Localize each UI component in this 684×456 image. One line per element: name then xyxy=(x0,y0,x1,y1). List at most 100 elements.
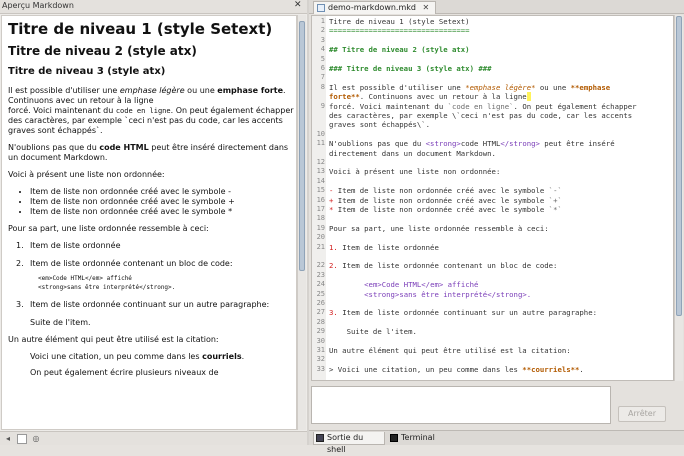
preview-paragraph-ordered-intro: Pour sa part, une liste ordonnée ressemb… xyxy=(8,224,209,233)
line-number: 33 xyxy=(316,364,325,373)
line-text: forte**. Continuons avec un retour à la … xyxy=(329,92,532,102)
preview-scrollbar[interactable] xyxy=(297,15,306,430)
editor-line[interactable]: 19 Pour sa part, une liste ordonnée resse… xyxy=(312,223,673,233)
terminal-icon xyxy=(390,434,398,442)
list-item: 2. Item de liste ordonnée contenant un bl… xyxy=(16,259,233,268)
preview-panel-header: Aperçu Markdown ✕ xyxy=(0,0,307,14)
shell-output-area: Arrêter xyxy=(311,384,682,428)
text-cursor xyxy=(526,92,532,102)
line-number: 25 xyxy=(316,289,325,298)
editor-line[interactable]: des caractères, par exemple \`ceci n'est… xyxy=(312,111,673,120)
line-number: 19 xyxy=(316,223,325,232)
line-text: graves sont échappés\`. xyxy=(329,120,431,130)
editor-line[interactable]: 18 xyxy=(312,214,673,223)
preview-ordered-list: 1. Item de liste ordonnée 2. Item de liste… xyxy=(8,241,294,328)
line-number: 30 xyxy=(316,336,325,345)
preview-blockquote: Voici une citation, un peu comme dans le… xyxy=(30,352,245,377)
editor-line[interactable]: 27 3. Item de liste ordonnée continuant s… xyxy=(312,308,673,317)
stop-button[interactable]: Arrêter xyxy=(618,406,666,422)
list-item: Item de liste non ordonnée créé avec le … xyxy=(30,187,294,197)
line-number: 22 xyxy=(316,261,325,270)
close-tab-icon[interactable]: ✕ xyxy=(423,3,430,12)
line-text: Il est possible d'utiliser une *emphase … xyxy=(329,82,611,92)
editor-line[interactable]: directement dans un document Markdown. xyxy=(312,149,673,158)
editor-line[interactable]: 28 xyxy=(312,318,673,327)
line-text: Suite de l'item. xyxy=(329,327,417,337)
preview-document[interactable]: Titre de niveau 1 (style Setext) Titre d… xyxy=(1,15,297,430)
editor-line[interactable]: 33 > Voici une citation, un peu comme dan… xyxy=(312,364,673,374)
preview-paragraph-quote-intro: Un autre élément qui peut être utilisé e… xyxy=(8,335,219,344)
editor-line[interactable]: 30 xyxy=(312,336,673,346)
editor-line[interactable]: 4 ## Titre de niveau 2 (style atx) xyxy=(312,45,673,54)
back-icon[interactable]: ◂ xyxy=(3,434,13,444)
editor-line[interactable]: 5 xyxy=(312,55,673,64)
editor-line[interactable]: 9 forcé. Voici maintenant du `code en lig… xyxy=(312,101,673,111)
editor-line[interactable]: 16 + Item de liste non ordonnée créé avec… xyxy=(312,195,673,205)
line-text: ================================ xyxy=(329,26,470,36)
preview-panel-title: Aperçu Markdown xyxy=(2,1,74,10)
editor-line[interactable]: 15 - Item de liste non ordonnée créé avec… xyxy=(312,186,673,196)
line-text: 1. Item de liste ordonnée xyxy=(329,242,439,252)
editor-line[interactable]: 31 Un autre élément qui peut être utilisé… xyxy=(312,346,673,355)
editor-panel: demo-markdown.mkd ✕ 1 Titre de niveau 1 (… xyxy=(309,0,684,454)
preview-scrollbar-thumb[interactable] xyxy=(299,21,305,271)
editor-line[interactable]: 7 xyxy=(312,73,673,82)
editor-line[interactable]: 29 Suite de l'item. xyxy=(312,327,673,337)
editor-line[interactable]: 12 xyxy=(312,158,673,167)
line-number: 18 xyxy=(316,214,325,223)
editor-line[interactable]: 23 xyxy=(312,270,673,280)
tab-shell-label: Sortie du shell xyxy=(327,433,364,454)
editor-line[interactable]: 1 Titre de niveau 1 (style Setext) xyxy=(312,17,673,26)
editor-line[interactable]: 13 Voici à présent une liste non ordonnée… xyxy=(312,167,673,176)
line-text: <em>Code HTML</em> affiché xyxy=(364,280,479,290)
tab-label: demo-markdown.mkd xyxy=(328,3,416,12)
tab-shell-output[interactable]: Sortie du shell xyxy=(313,432,385,454)
editor-line[interactable]: forte**. Continuons avec un retour à la … xyxy=(312,92,673,102)
line-number: 29 xyxy=(316,327,325,336)
editor-line[interactable]: 20 xyxy=(312,233,673,242)
editor-line[interactable]: 25 <strong>sans être interprété</strong>… xyxy=(312,289,673,299)
editor-scrollbar[interactable] xyxy=(674,15,683,381)
line-text: ### Titre de niveau 3 (style atx) ### xyxy=(329,64,492,73)
line-number: 23 xyxy=(316,270,325,279)
editor-line[interactable]: 21 1. Item de liste ordonnée xyxy=(312,242,673,252)
editor-line[interactable]: 14 xyxy=(312,176,673,186)
tab-demo-markdown[interactable]: demo-markdown.mkd ✕ xyxy=(313,1,437,14)
editor-line[interactable]: 22 2. Item de liste ordonnée contenant un… xyxy=(312,261,673,270)
line-number: 4 xyxy=(320,45,325,54)
editor-line[interactable]: 2 ================================ xyxy=(312,26,673,36)
preview-paragraph-html: N'oublions pas que du code HTML peut êtr… xyxy=(8,143,289,162)
editor-line[interactable] xyxy=(312,252,673,261)
line-number: 14 xyxy=(316,176,325,185)
line-number: 27 xyxy=(316,308,325,317)
editor-line[interactable]: graves sont échappés\`. xyxy=(312,120,673,130)
line-number: 21 xyxy=(316,242,325,251)
editor-line[interactable]: 11 N'oublions pas que du <strong>code HTM… xyxy=(312,139,673,148)
line-number: 9 xyxy=(320,101,325,110)
shell-input[interactable] xyxy=(311,386,611,424)
line-text: > Voici une citation, un peu comme dans … xyxy=(329,364,584,374)
line-text: - Item de liste non ordonnée créé avec l… xyxy=(329,186,562,196)
editor-line[interactable]: 10 xyxy=(312,130,673,139)
line-number: 6 xyxy=(320,64,325,72)
editor-line[interactable]: 24 <em>Code HTML</em> affiché xyxy=(312,280,673,290)
line-text: des caractères, par exemple \`ceci n'est… xyxy=(329,111,633,120)
line-number: 1 xyxy=(320,17,325,25)
line-number: 12 xyxy=(316,158,325,166)
tab-terminal[interactable]: Terminal xyxy=(388,432,448,445)
editor-line[interactable]: 17 * Item de liste non ordonnée créé avec… xyxy=(312,205,673,214)
line-number: 31 xyxy=(316,346,325,354)
editor-line[interactable]: 8 Il est possible d'utiliser une *emphase… xyxy=(312,82,673,92)
code-editor[interactable]: 1 Titre de niveau 1 (style Setext) 2 ======… xyxy=(311,15,674,381)
preview-heading-2: Titre de niveau 2 (style atx) xyxy=(8,44,197,58)
line-text: + Item de liste non ordonnée créé avec l… xyxy=(329,195,562,205)
editor-line[interactable]: 3 xyxy=(312,36,673,45)
line-number: 24 xyxy=(316,280,325,289)
settings-icon[interactable]: ◎ xyxy=(31,434,41,444)
editor-scrollbar-thumb[interactable] xyxy=(676,16,682,316)
editor-line[interactable]: 26 xyxy=(312,299,673,308)
editor-line[interactable]: 32 xyxy=(312,355,673,364)
editor-line[interactable]: 6 ### Titre de niveau 3 (style atx) ### xyxy=(312,64,673,73)
close-preview-icon[interactable]: ✕ xyxy=(294,0,302,10)
document-icon[interactable] xyxy=(17,434,27,444)
